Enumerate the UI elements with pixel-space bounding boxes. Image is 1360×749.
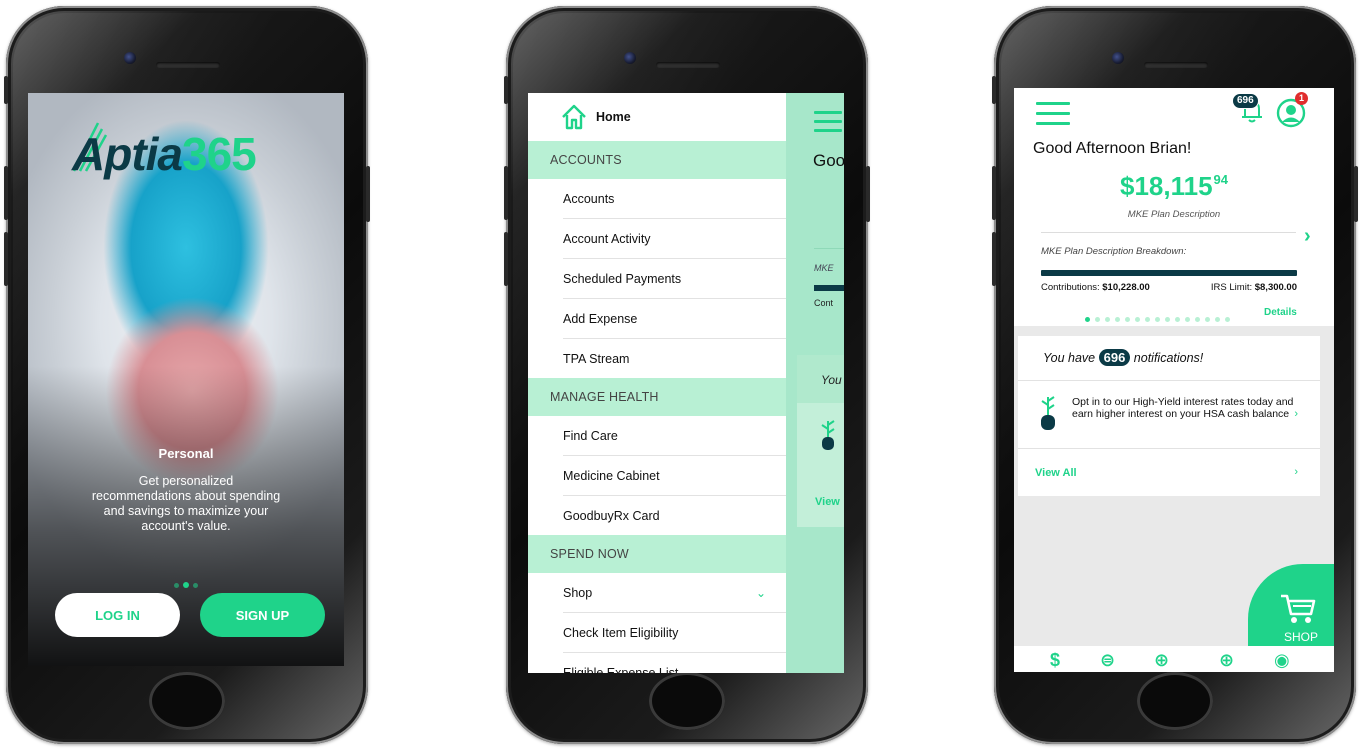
home-hardware-button[interactable] bbox=[649, 672, 725, 730]
slide-title: Personal bbox=[158, 446, 214, 461]
next-arrow-icon[interactable]: › bbox=[1304, 225, 1311, 248]
balance-amount: $18,11594 bbox=[1119, 171, 1229, 201]
chevron-down-icon[interactable]: ⌄ bbox=[756, 586, 766, 600]
menu-item-account-activity[interactable]: Account Activity bbox=[563, 219, 786, 259]
chevron-right-icon[interactable]: › bbox=[1294, 408, 1298, 420]
menu-section-accounts: ACCOUNTS bbox=[528, 141, 786, 179]
irs-limit-text: IRS Limit: $8,300.00 bbox=[1210, 282, 1297, 293]
menu-screen: Goo MKE Cont You View Home ACCOUNTS Acco… bbox=[528, 93, 844, 673]
hamburger-icon[interactable] bbox=[814, 111, 842, 138]
camera-icon bbox=[124, 52, 136, 64]
menu-item-find-care[interactable]: Find Care bbox=[563, 416, 786, 456]
bottom-tab-bar: $ ⊜ ⊕ ⊕ ◉ bbox=[1014, 646, 1334, 672]
cart-icon bbox=[1281, 594, 1316, 623]
contribution-progress-bar bbox=[1041, 270, 1297, 276]
carousel-dot[interactable] bbox=[193, 583, 198, 588]
menu-item-home[interactable]: Home bbox=[528, 93, 786, 141]
menu-item-scheduled-payments[interactable]: Scheduled Payments bbox=[563, 259, 786, 299]
add-tab-icon[interactable]: ⊕ bbox=[1154, 650, 1169, 671]
menu-item-shop[interactable]: Shop ⌄ bbox=[563, 573, 786, 613]
details-link[interactable]: Details bbox=[1264, 307, 1297, 318]
phone-login: Aptia365 Personal Get personalized recom… bbox=[4, 6, 370, 744]
dollar-tab-icon[interactable]: $ bbox=[1050, 650, 1060, 671]
care-tab-icon[interactable]: ⊕ bbox=[1219, 650, 1234, 671]
account-carousel-dots[interactable] bbox=[1085, 309, 1235, 327]
chevron-right-icon[interactable]: › bbox=[1294, 466, 1298, 478]
notification-count-badge: 696 bbox=[1232, 93, 1259, 109]
carousel-dot[interactable] bbox=[174, 583, 179, 588]
menu-item-goodbuyrx-card[interactable]: GoodbuyRx Card bbox=[563, 496, 786, 535]
home-hardware-button[interactable] bbox=[1137, 672, 1213, 730]
home-hardware-button[interactable] bbox=[149, 672, 225, 730]
navigation-menu: Home ACCOUNTS Accounts Account Activity … bbox=[528, 93, 786, 673]
breakdown-label: MKE Plan Description Breakdown: bbox=[1041, 246, 1187, 257]
notifications-card: You have 696 notifications! Opt in to ou… bbox=[1018, 336, 1320, 496]
menu-item-eligible-expense-list[interactable]: Eligible Expense List bbox=[563, 653, 786, 674]
notification-message[interactable]: Opt in to our High-Yield interest rates … bbox=[1072, 396, 1298, 420]
phone-menu: Goo MKE Cont You View Home ACCOUNTS Acco… bbox=[504, 6, 870, 744]
money-plant-icon bbox=[821, 420, 835, 450]
menu-section-manage-health: MANAGE HEALTH bbox=[528, 378, 786, 416]
camera-icon bbox=[1112, 52, 1124, 64]
list-tab-icon[interactable]: ⊜ bbox=[1100, 650, 1115, 671]
phone-dashboard: 696 1 Good Afternoon Brian! $18,11594 MK… bbox=[992, 6, 1358, 744]
contributions-text: Contributions: $10,228.00 bbox=[1041, 282, 1150, 293]
menu-item-accounts[interactable]: Accounts bbox=[563, 179, 786, 219]
menu-item-medicine-cabinet[interactable]: Medicine Cabinet bbox=[563, 456, 786, 496]
home-icon bbox=[562, 104, 586, 130]
view-all-link[interactable]: View All bbox=[1035, 467, 1077, 479]
login-button[interactable]: LOG IN bbox=[55, 593, 180, 637]
menu-item-check-item-eligibility[interactable]: Check Item Eligibility bbox=[563, 613, 786, 653]
menu-item-tpa-stream[interactable]: TPA Stream bbox=[563, 339, 786, 378]
plan-description: MKE Plan Description bbox=[1127, 209, 1221, 220]
aptia365-logo: Aptia365 bbox=[72, 128, 257, 180]
menu-section-spend-now: SPEND NOW bbox=[528, 535, 786, 573]
signup-button[interactable]: SIGN UP bbox=[200, 593, 325, 637]
greeting: Good Afternoon Brian! bbox=[1033, 140, 1192, 157]
menu-item-add-expense[interactable]: Add Expense bbox=[563, 299, 786, 339]
profile-alert-badge: 1 bbox=[1295, 92, 1308, 105]
login-screen: Aptia365 Personal Get personalized recom… bbox=[28, 93, 344, 666]
hamburger-icon[interactable] bbox=[1036, 102, 1070, 132]
pay-tab-icon[interactable]: ◉ bbox=[1274, 650, 1290, 671]
money-plant-icon bbox=[1041, 396, 1055, 430]
carousel-dot-active[interactable] bbox=[183, 582, 189, 588]
carousel-dots[interactable] bbox=[28, 575, 344, 593]
balance-card: 696 1 Good Afternoon Brian! $18,11594 MK… bbox=[1014, 88, 1334, 326]
camera-icon bbox=[624, 52, 636, 64]
dashboard-behind-menu[interactable]: Goo MKE Cont You View bbox=[786, 93, 844, 673]
dashboard-screen: 696 1 Good Afternoon Brian! $18,11594 MK… bbox=[1014, 88, 1334, 672]
notifications-heading: You have 696 notifications! bbox=[1043, 349, 1204, 366]
slide-description: Get personalized recommendations about s… bbox=[91, 474, 281, 533]
